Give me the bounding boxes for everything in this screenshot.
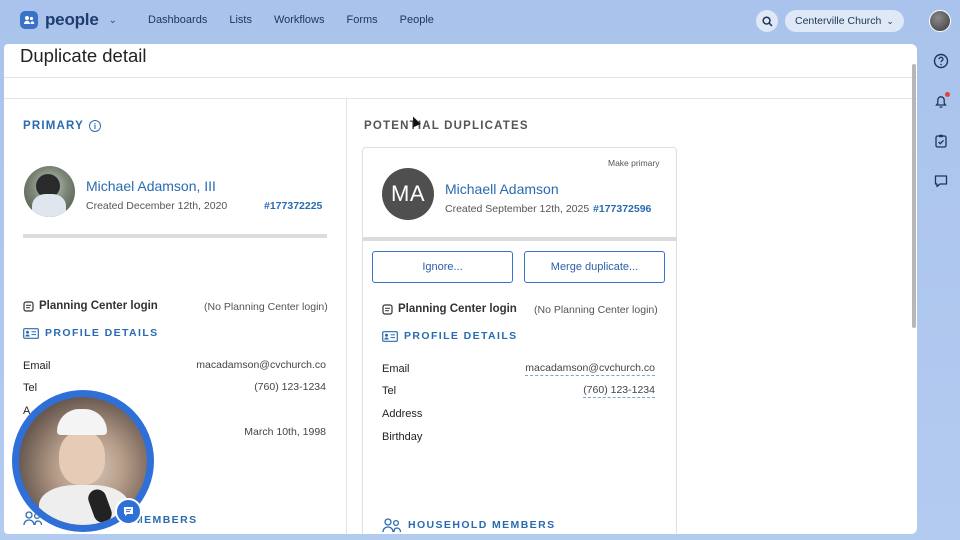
field-label-tel: Tel <box>23 382 38 394</box>
household-members-heading: HOUSEHOLD MEMBERS <box>382 517 555 533</box>
field-label-email: Email <box>23 360 51 372</box>
profile-card-icon <box>382 330 398 342</box>
profile-card-icon <box>23 327 39 339</box>
people-logo-icon <box>20 11 38 29</box>
potential-duplicates-heading: POTENTIAL DUPLICATES <box>364 120 529 132</box>
divider <box>4 77 917 78</box>
make-primary-link[interactable]: Make primary <box>608 158 659 168</box>
app-switcher[interactable]: people ⌄ <box>20 10 117 30</box>
chevron-down-icon: ⌄ <box>886 15 894 26</box>
duplicate-email-value[interactable]: macadamson@cvchurch.co <box>525 362 655 376</box>
field-label-address: Address <box>382 408 423 420</box>
household-label: MEMBERS <box>134 514 198 526</box>
login-icon <box>23 300 34 312</box>
top-nav: people ⌄ Dashboards Lists Workflows Form… <box>0 0 960 42</box>
household-icon <box>382 518 402 533</box>
primary-person-name[interactable]: Michael Adamson, III <box>86 178 216 194</box>
login-label-text: Planning Center login <box>39 300 158 312</box>
field-label-birthday: Birthday <box>382 431 423 443</box>
info-icon[interactable]: i <box>89 120 102 132</box>
app-name: people <box>45 10 99 29</box>
field-value-email[interactable]: macadamson@cvchurch.co <box>504 362 655 376</box>
search-icon <box>761 15 773 27</box>
household-label: HOUSEHOLD MEMBERS <box>408 519 556 531</box>
column-divider <box>346 99 347 534</box>
user-avatar[interactable] <box>929 10 951 32</box>
duplicate-person-name[interactable]: Michaell Adamson <box>445 181 559 197</box>
duplicate-tel-value[interactable]: (760) 123-1234 <box>583 384 655 398</box>
nav-item-lists[interactable]: Lists <box>229 14 252 26</box>
avatar: MA <box>382 168 434 220</box>
login-row-label: Planning Center login <box>382 303 517 315</box>
login-icon <box>382 303 393 315</box>
right-rail <box>930 52 952 190</box>
nav-item-dashboards[interactable]: Dashboards <box>148 14 207 26</box>
search-button[interactable] <box>756 10 778 32</box>
profile-details-label: PROFILE DETAILS <box>45 327 159 339</box>
login-value: (No Planning Center login) <box>204 301 328 313</box>
separator-bar <box>362 237 677 241</box>
field-value-birthday: March 10th, 1998 <box>244 426 326 438</box>
primary-heading-label: PRIMARY <box>23 120 85 132</box>
household-members-heading: MEMBERS <box>134 514 197 526</box>
primary-heading: PRIMARY i <box>23 120 102 132</box>
presenter-face <box>59 431 105 485</box>
bell-icon[interactable] <box>932 92 950 110</box>
profile-details-label: PROFILE DETAILS <box>404 330 518 342</box>
primary-person-id[interactable]: #177372225 <box>264 200 322 212</box>
login-value: (No Planning Center login) <box>534 304 658 316</box>
field-label-tel: Tel <box>382 385 397 397</box>
chat-icon[interactable] <box>932 172 950 190</box>
presenter-hat <box>57 409 107 435</box>
duplicate-person-id[interactable]: #177372596 <box>593 203 651 215</box>
profile-details-heading: PROFILE DETAILS <box>382 330 518 342</box>
field-value-email[interactable]: macadamson@cvchurch.co <box>176 359 326 371</box>
clipboard-check-icon[interactable] <box>932 132 950 150</box>
scrollbar[interactable] <box>912 64 916 328</box>
primary-created-date: Created December 12th, 2020 <box>86 200 228 212</box>
org-name: Centerville Church <box>795 15 882 27</box>
divider <box>4 98 917 99</box>
chevron-down-icon: ⌄ <box>108 14 117 26</box>
field-label-email: Email <box>382 363 410 375</box>
ignore-button[interactable]: Ignore... <box>372 251 513 283</box>
profile-details-heading: PROFILE DETAILS <box>23 327 159 339</box>
help-icon[interactable] <box>932 52 950 70</box>
chat-badge-icon <box>115 498 142 525</box>
login-label-text: Planning Center login <box>398 303 517 315</box>
field-value-tel[interactable]: (760) 123-1234 <box>176 381 326 393</box>
org-switcher[interactable]: Centerville Church ⌄ <box>785 10 904 32</box>
duplicate-created-date: Created September 12th, 2025 <box>445 203 590 215</box>
avatar <box>24 166 75 217</box>
login-row-label: Planning Center login <box>23 300 158 312</box>
nav-item-forms[interactable]: Forms <box>346 14 377 26</box>
field-value-tel[interactable]: (760) 123-1234 <box>504 384 655 398</box>
main-nav: Dashboards Lists Workflows Forms People <box>148 14 434 26</box>
merge-duplicate-button[interactable]: Merge duplicate... <box>524 251 665 283</box>
separator-bar <box>23 234 327 238</box>
notification-dot <box>945 92 950 97</box>
page-title: Duplicate detail <box>20 45 147 66</box>
nav-item-workflows[interactable]: Workflows <box>274 14 325 26</box>
nav-item-people[interactable]: People <box>400 14 434 26</box>
